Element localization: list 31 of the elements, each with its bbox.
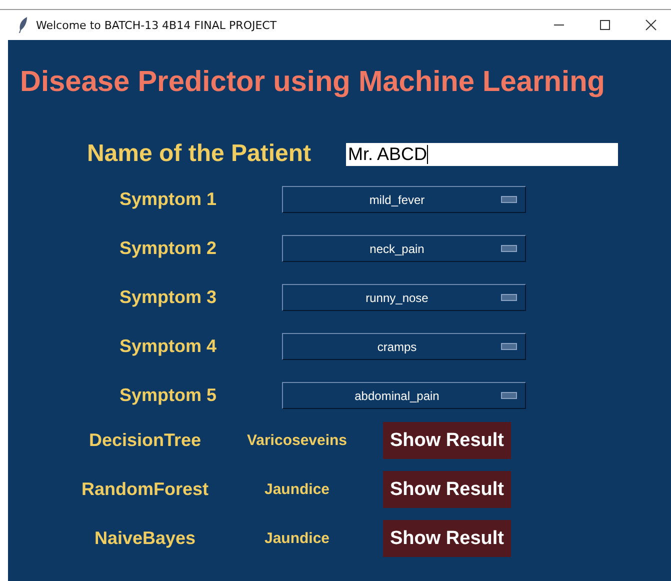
prediction-text: Jaundice xyxy=(263,530,331,547)
symptom-label: Symptom 1 xyxy=(118,189,218,210)
symptom-dropdown[interactable]: neck_pain xyxy=(282,235,526,262)
symptom-label: Symptom 4 xyxy=(118,336,218,357)
symptom-dropdown[interactable]: abdominal_pain xyxy=(282,382,526,409)
model-label: RandomForest xyxy=(80,479,210,500)
symptom-dropdown[interactable]: runny_nose xyxy=(282,284,526,311)
model-label: NaiveBayes xyxy=(93,528,197,549)
prediction-text: Jaundice xyxy=(263,481,331,498)
show-result-button[interactable]: Show Result xyxy=(383,471,511,508)
dropdown-indicator-icon xyxy=(501,245,517,252)
app-heading: Disease Predictor using Machine Learning xyxy=(19,65,606,100)
dropdown-indicator-icon xyxy=(501,294,517,301)
model-label: DecisionTree xyxy=(88,430,202,451)
show-result-button[interactable]: Show Result xyxy=(383,422,511,459)
patient-name-label: Name of the Patient xyxy=(86,140,312,168)
symptom-dropdown[interactable]: mild_fever xyxy=(282,186,526,213)
window-title: Welcome to BATCH-13 4B14 FINAL PROJECT xyxy=(36,18,277,32)
prediction-text: Varicoseveins xyxy=(246,432,348,449)
symptom-label: Symptom 5 xyxy=(118,385,218,406)
show-result-button[interactable]: Show Result xyxy=(383,520,511,557)
symptom-label: Symptom 2 xyxy=(118,238,218,259)
close-icon[interactable] xyxy=(645,19,657,31)
dropdown-indicator-icon xyxy=(501,343,517,350)
symptom-dropdown[interactable]: cramps xyxy=(282,333,526,360)
symptom-label: Symptom 3 xyxy=(118,287,218,308)
dropdown-indicator-icon xyxy=(501,392,517,399)
patient-name-field[interactable]: Mr. ABCD xyxy=(346,142,618,166)
maximize-icon[interactable] xyxy=(599,19,611,31)
feather-icon xyxy=(18,17,28,33)
dropdown-indicator-icon xyxy=(501,196,517,203)
